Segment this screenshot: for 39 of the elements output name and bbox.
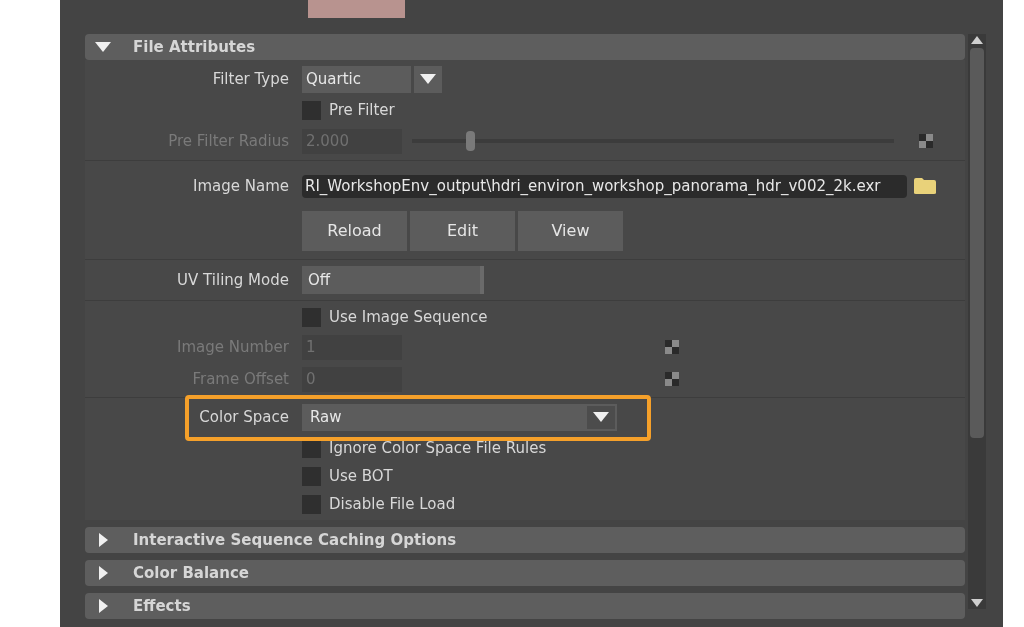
checkbox[interactable] xyxy=(302,100,321,120)
action-button[interactable]: Reload xyxy=(302,211,407,251)
scroll-down-icon[interactable] xyxy=(971,599,983,607)
checker-icon[interactable] xyxy=(919,134,933,148)
scroll-up-icon[interactable] xyxy=(971,36,983,44)
checkbox-label: Use BOT xyxy=(329,465,393,487)
section-header[interactable]: Color Balance xyxy=(85,560,965,586)
expanded-triangle-icon[interactable] xyxy=(95,42,111,52)
dropdown[interactable]: Raw xyxy=(302,403,617,431)
checkbox-label: Disable File Load xyxy=(329,493,456,515)
field-label: Filter Type xyxy=(212,68,289,90)
collapsed-triangle-icon[interactable] xyxy=(99,533,108,547)
dropdown[interactable]: Quartic xyxy=(302,65,411,93)
field-label: Color Space xyxy=(199,406,289,428)
collapsed-triangle-icon[interactable] xyxy=(99,566,108,580)
checkbox-label: Use Image Sequence xyxy=(329,306,488,328)
field-label: Image Name xyxy=(193,175,289,197)
path-field[interactable]: RI_WorkshopEnv_output\hdri_environ_workshop_panorama_hdr_v002_2k.exr xyxy=(302,174,907,198)
folder-icon[interactable] xyxy=(913,177,937,195)
dropdown-value: Raw xyxy=(310,406,342,428)
checkbox[interactable] xyxy=(302,307,321,327)
checkbox[interactable] xyxy=(302,494,321,514)
dropdown-arrow-button[interactable] xyxy=(414,65,442,93)
section-header[interactable]: Interactive Sequence Caching Options xyxy=(85,527,965,553)
checker-icon[interactable] xyxy=(665,340,679,354)
checkbox[interactable] xyxy=(302,466,321,486)
checkbox-label: Pre Filter xyxy=(329,99,395,121)
uv-tiling-field[interactable]: Off xyxy=(302,266,484,294)
action-button[interactable]: View xyxy=(518,211,623,251)
dropdown-arrow-icon[interactable] xyxy=(420,74,436,84)
field-label: UV Tiling Mode xyxy=(177,269,289,291)
section-header[interactable]: File Attributes xyxy=(85,34,965,60)
scrollbar[interactable] xyxy=(968,34,986,609)
action-button[interactable]: Edit xyxy=(410,211,515,251)
dropdown-arrow-icon[interactable] xyxy=(593,412,609,422)
checker-icon[interactable] xyxy=(665,372,679,386)
collapsed-triangle-icon[interactable] xyxy=(99,599,108,613)
checkbox-label: Ignore Color Space File Rules xyxy=(329,437,547,459)
section-header[interactable]: Effects xyxy=(85,593,965,619)
